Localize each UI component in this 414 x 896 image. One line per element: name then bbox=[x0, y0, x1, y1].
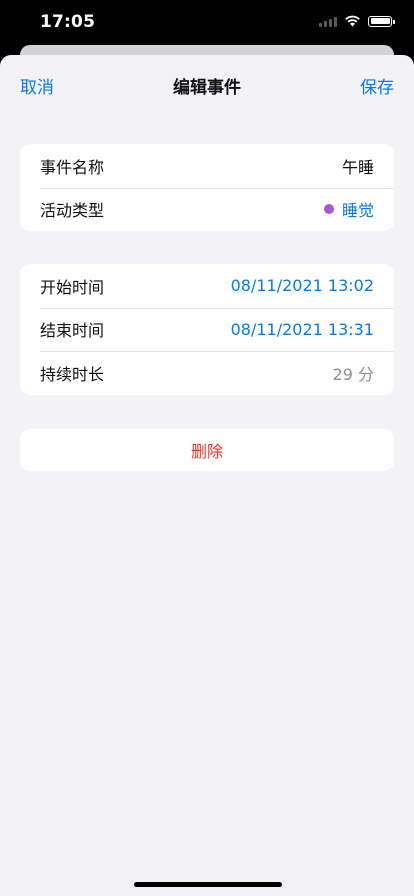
wifi-icon bbox=[345, 15, 360, 27]
end-time-label: 结束时间 bbox=[40, 321, 105, 341]
event-name-label: 事件名称 bbox=[40, 157, 105, 177]
status-time: 17:05 bbox=[40, 12, 96, 32]
duration-label: 持续时长 bbox=[40, 364, 105, 384]
save-button[interactable]: 保存 bbox=[360, 73, 394, 98]
activity-type-value: 睡觉 bbox=[341, 201, 374, 221]
end-time-value[interactable]: 08/11/2021 13:31 bbox=[231, 320, 374, 339]
activity-type-row[interactable]: 活动类型 睡觉 bbox=[20, 187, 394, 232]
cellular-signal-icon bbox=[319, 15, 337, 27]
start-time-label: 开始时间 bbox=[40, 277, 105, 297]
navigation-bar: 取消 编辑事件 保存 bbox=[0, 55, 414, 111]
page-title: 编辑事件 bbox=[173, 78, 241, 98]
event-name-value[interactable]: 午睡 bbox=[342, 154, 374, 178]
activity-type-label: 活动类型 bbox=[40, 201, 105, 221]
activity-color-dot-icon bbox=[323, 204, 334, 215]
edit-event-sheet: 取消 编辑事件 保存 事件名称 午睡 活动类型 睡觉 开始时间 08/11/20… bbox=[0, 55, 414, 896]
status-icons bbox=[319, 15, 395, 27]
time-group: 开始时间 08/11/2021 13:02 结束时间 08/11/2021 13… bbox=[20, 264, 394, 395]
duration-row: 持续时长 29 分 bbox=[20, 351, 394, 395]
event-name-row[interactable]: 事件名称 午睡 bbox=[20, 144, 394, 188]
start-time-row[interactable]: 开始时间 08/11/2021 13:02 bbox=[20, 264, 394, 308]
start-time-value[interactable]: 08/11/2021 13:02 bbox=[231, 276, 374, 295]
home-indicator bbox=[134, 882, 282, 887]
delete-button[interactable]: 删除 bbox=[20, 429, 394, 471]
status-bar: 17:05 bbox=[0, 0, 414, 44]
activity-type-picker[interactable]: 睡觉 bbox=[323, 197, 374, 221]
duration-value: 29 分 bbox=[332, 364, 374, 384]
end-time-row[interactable]: 结束时间 08/11/2021 13:31 bbox=[20, 307, 394, 352]
battery-icon bbox=[368, 15, 395, 27]
event-info-group: 事件名称 午睡 活动类型 睡觉 bbox=[20, 144, 394, 231]
